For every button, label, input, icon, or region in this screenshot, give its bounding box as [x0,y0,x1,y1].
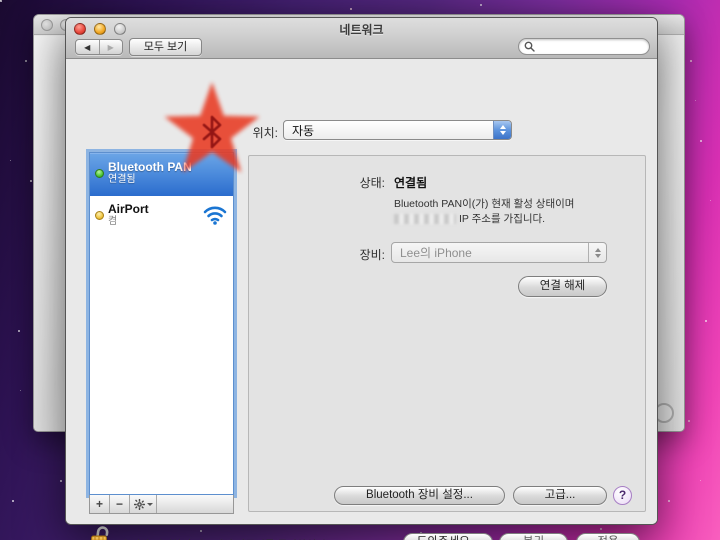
status-dot-green [95,169,104,178]
redacted-ip-address [394,214,456,225]
nav-segmented-control: ◀ ▶ [75,39,123,55]
status-description: Bluetooth PAN이(가) 현재 활성 상태이며 IP 주소를 가집니다… [394,197,574,227]
show-all-button[interactable]: 모두 보기 [129,38,202,56]
caret-down-icon [146,502,153,506]
revert-button[interactable]: 복귀 [499,533,568,540]
unlocked-lock-icon[interactable] [90,525,112,540]
gear-icon [133,498,145,510]
apply-button[interactable]: 적용 [576,533,640,540]
toolbar-spacer [157,495,233,513]
bluetooth-settings-button[interactable]: Bluetooth 장비 설정... [334,486,505,505]
services-list: Bluetooth PAN 연결됨 AirPort 켬 [89,152,234,495]
service-status: 연결됨 [108,174,136,185]
status-dot-yellow [95,211,104,220]
sidebar-item-airport[interactable]: AirPort 켬 [90,196,233,239]
advanced-button[interactable]: 고급... [513,486,607,505]
add-service-button[interactable]: + [90,495,110,513]
search-field[interactable] [518,38,650,55]
service-name: Bluetooth PAN [108,160,192,174]
device-popup[interactable]: Lee의 iPhone [391,242,607,263]
device-label: 장비: [359,248,385,262]
search-icon [524,41,535,52]
sidebar-item-bluetooth-pan[interactable]: Bluetooth PAN 연결됨 [90,153,233,196]
inactive-close-button[interactable] [41,18,53,31]
location-value: 자동 [292,123,315,138]
wifi-icon [203,206,227,225]
services-list-toolbar: + − [89,495,234,514]
popup-stepper-icon [493,121,511,139]
popup-stepper-icon [588,243,606,262]
remove-service-button[interactable]: − [110,495,130,513]
window-content: 위치: 자동 Bluetooth PAN 연결됨 AirPort 켬 + − 상… [66,59,657,540]
device-value: Lee의 iPhone [400,246,472,260]
location-label: 위치: [252,126,278,140]
detail-pane: 상태: 연결됨 Bluetooth PAN이(가) 현재 활성 상태이며 IP … [248,155,646,512]
network-preferences-window: 네트워크 ◀ ▶ 모두 보기 위치: 자동 Bluetooth PAN 연결됨 … [65,17,658,540]
status-label: 상태: [359,176,385,190]
action-menu-button[interactable] [130,495,157,513]
forward-button[interactable]: ▶ [100,40,123,54]
search-input[interactable] [535,40,635,53]
titlebar-toolbar[interactable]: 네트워크 ◀ ▶ 모두 보기 [66,18,657,59]
assist-me-button[interactable]: 도와주세요... [403,533,493,540]
status-description-line2: IP 주소를 가집니다. [459,213,546,225]
wallpaper-stars [0,0,1,1]
back-button[interactable]: ◀ [76,40,100,54]
window-title: 네트워크 [339,23,384,37]
help-button[interactable]: ? [613,486,632,505]
status-description-line1: Bluetooth PAN이(가) 현재 활성 상태이며 [394,198,575,210]
disconnect-button[interactable]: 연결 해제 [518,276,607,297]
location-popup[interactable]: 자동 [283,120,512,140]
status-value: 연결됨 [394,176,428,190]
